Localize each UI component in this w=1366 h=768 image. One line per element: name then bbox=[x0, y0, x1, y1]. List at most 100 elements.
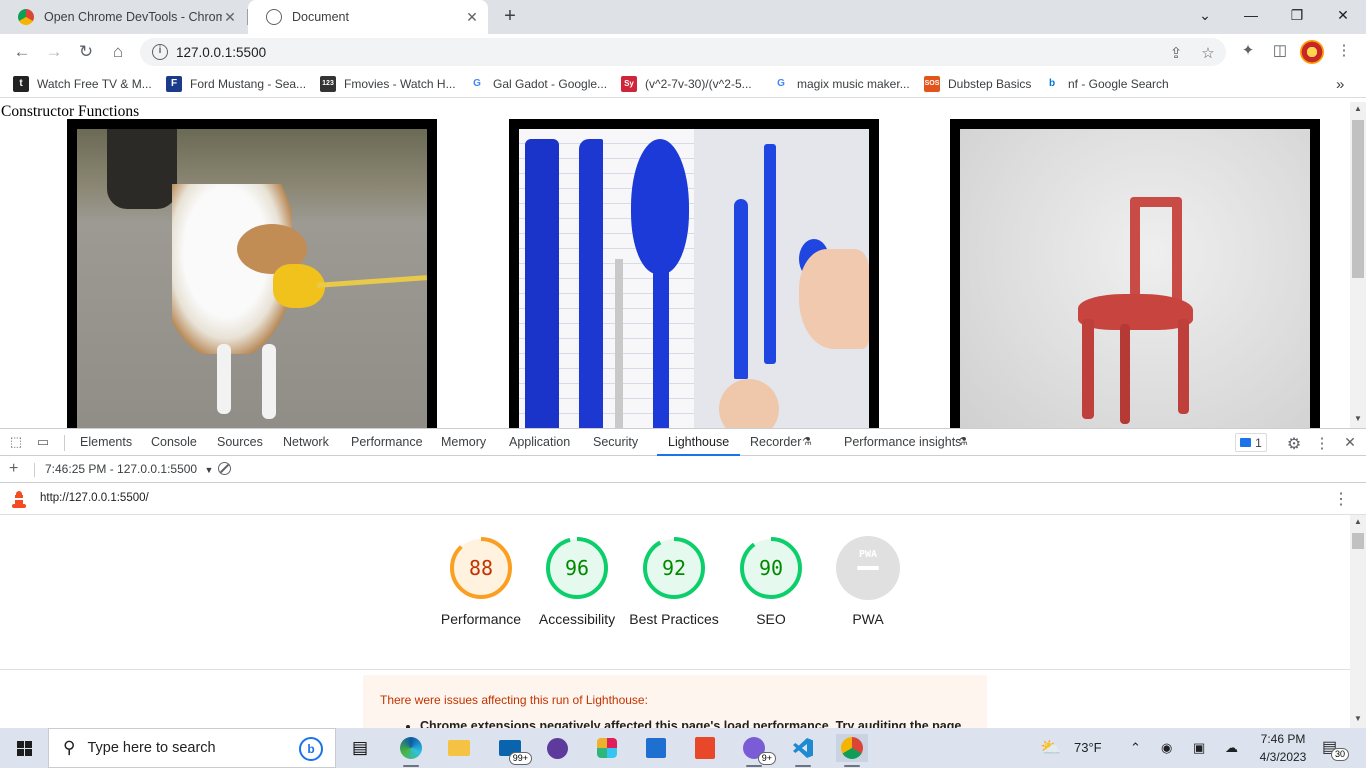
extensions-icon[interactable]: ✦ bbox=[1237, 41, 1259, 63]
onedrive-icon[interactable]: ☁ bbox=[1225, 728, 1238, 768]
symbolab-icon: Sy bbox=[621, 76, 637, 92]
gauge-performance[interactable]: 88 Performance bbox=[431, 535, 531, 629]
address-url: 127.0.0.1:5500 bbox=[176, 44, 267, 60]
gauge-best-practices[interactable]: 92 Best Practices bbox=[624, 535, 724, 629]
system-clock[interactable]: 7:46 PM 4/3/2023 bbox=[1250, 730, 1316, 766]
tab-console[interactable]: Console bbox=[151, 429, 197, 456]
side-panel-icon[interactable]: ◫ bbox=[1269, 41, 1291, 63]
notifications-badge: 30 bbox=[1331, 748, 1350, 761]
tab-application[interactable]: Application bbox=[509, 429, 570, 456]
bookmark-item[interactable]: G Gal Gadot - Google... bbox=[469, 75, 607, 93]
home-icon[interactable]: ⌂ bbox=[106, 40, 130, 64]
minimize-button[interactable]: — bbox=[1228, 4, 1274, 28]
tab-network[interactable]: Network bbox=[283, 429, 329, 456]
more-bookmarks-button[interactable]: » bbox=[1336, 75, 1344, 93]
bookmark-item[interactable]: G magix music maker... bbox=[773, 75, 910, 93]
tab-search-icon[interactable]: ⌄ bbox=[1182, 4, 1228, 28]
bookmark-star-icon[interactable]: ☆ bbox=[1198, 44, 1218, 64]
chrome-taskbar-icon[interactable] bbox=[836, 734, 868, 767]
settings-gear-icon[interactable]: ⚙ bbox=[1285, 434, 1303, 453]
score-gauge-svg: 90 bbox=[740, 537, 802, 599]
maximize-button[interactable]: ❐ bbox=[1274, 4, 1320, 28]
share-icon[interactable]: ⇪ bbox=[1166, 44, 1186, 64]
bookmark-item[interactable]: F Ford Mustang - Sea... bbox=[166, 75, 306, 93]
profile-avatar[interactable] bbox=[1300, 40, 1324, 64]
office-app-icon[interactable] bbox=[689, 734, 721, 762]
forward-icon[interactable]: → bbox=[42, 40, 66, 64]
bookmark-item[interactable]: t Watch Free TV & M... bbox=[13, 75, 152, 93]
clear-reports-icon[interactable] bbox=[218, 462, 231, 475]
new-report-plus-icon[interactable]: + bbox=[9, 460, 18, 478]
lighthouse-report: 88 Performance 96 Accessibility 92 Best Pra… bbox=[0, 515, 1350, 728]
report-url[interactable]: http://127.0.0.1:5500/ bbox=[40, 492, 149, 504]
weather-icon[interactable]: ⛅ bbox=[1040, 728, 1061, 768]
tab-document[interactable]: Document ✕ bbox=[248, 0, 488, 34]
experimental-flask-icon: ⚗ bbox=[802, 436, 812, 448]
devtools-menu-icon[interactable]: ⋮ bbox=[1313, 434, 1331, 452]
bing-chat-icon[interactable]: b bbox=[299, 737, 323, 761]
edge-icon[interactable] bbox=[395, 734, 427, 767]
taskbar-search-box[interactable]: ⚲ Type here to search b bbox=[48, 728, 336, 768]
close-devtools-icon[interactable]: ✕ bbox=[1341, 434, 1359, 452]
report-scrollbar[interactable]: ▲ ▼ bbox=[1350, 515, 1366, 728]
page-scrollbar[interactable]: ▲ ▼ bbox=[1350, 102, 1366, 428]
gauge-label: PWA bbox=[852, 611, 884, 627]
tab-open-chrome-devtools[interactable]: Open Chrome DevTools - Chrome ✕ bbox=[0, 0, 246, 34]
bookmark-item[interactable]: 123 Fmovies - Watch H... bbox=[320, 75, 456, 93]
display-icon[interactable]: ▣ bbox=[1193, 728, 1205, 768]
windows-start-icon[interactable] bbox=[0, 728, 48, 768]
close-tab-icon[interactable]: ✕ bbox=[222, 9, 238, 26]
scroll-up-arrow[interactable]: ▲ bbox=[1350, 104, 1366, 113]
task-view-icon[interactable]: ▤ bbox=[344, 734, 376, 762]
google-icon: G bbox=[773, 76, 789, 92]
gauge-seo[interactable]: 90 SEO bbox=[721, 535, 821, 629]
tab-performance[interactable]: Performance bbox=[351, 429, 423, 456]
github-icon[interactable] bbox=[541, 734, 573, 762]
tab-security[interactable]: Security bbox=[593, 429, 638, 456]
reload-icon[interactable]: ↻ bbox=[74, 40, 98, 64]
device-toolbar-icon[interactable]: ▭ bbox=[34, 434, 52, 452]
warning-list: Chrome extensions negatively affected th… bbox=[380, 719, 970, 728]
weather-temp[interactable]: 73°F bbox=[1074, 728, 1102, 768]
scroll-down-arrow[interactable]: ▼ bbox=[1350, 714, 1366, 723]
scroll-thumb[interactable] bbox=[1352, 120, 1364, 278]
gauge-label: SEO bbox=[756, 611, 786, 627]
new-tab-button[interactable]: + bbox=[498, 5, 522, 29]
address-bar[interactable]: i 127.0.0.1:5500 ⇪ ☆ bbox=[140, 38, 1226, 66]
tab-elements[interactable]: Elements bbox=[80, 429, 132, 456]
tab-sources[interactable]: Sources bbox=[217, 429, 263, 456]
report-selector[interactable]: 7:46:25 PM - 127.0.0.1:5500 ▼ bbox=[45, 462, 213, 476]
menu-kebab-icon[interactable]: ⋮ bbox=[1333, 41, 1355, 63]
scroll-up-arrow[interactable]: ▲ bbox=[1350, 517, 1366, 526]
close-tab-icon[interactable]: ✕ bbox=[464, 9, 480, 26]
page-viewport: Constructor Functions bbox=[0, 102, 1350, 428]
issues-counter-button[interactable]: 1 bbox=[1235, 433, 1267, 452]
bookmark-item[interactable]: b nf - Google Search bbox=[1044, 75, 1169, 93]
site-info-icon[interactable]: i bbox=[152, 44, 168, 60]
back-icon[interactable]: ← bbox=[10, 40, 34, 64]
tab-recorder[interactable]: Recorder bbox=[750, 429, 801, 456]
report-menu-icon[interactable]: ⋮ bbox=[1333, 489, 1349, 509]
tab-lighthouse[interactable]: Lighthouse bbox=[657, 429, 741, 456]
scroll-down-arrow[interactable]: ▼ bbox=[1350, 414, 1366, 423]
gauge-value: 88 bbox=[469, 556, 493, 580]
tab-performance-insights[interactable]: Performance insights bbox=[844, 429, 961, 456]
discord-icon[interactable]: 9+ bbox=[738, 734, 776, 767]
gauge-accessibility[interactable]: 96 Accessibility bbox=[527, 535, 627, 629]
vscode-icon[interactable] bbox=[787, 734, 819, 767]
slack-icon[interactable] bbox=[591, 734, 623, 762]
fmovies-icon: 123 bbox=[320, 76, 336, 92]
meet-now-icon[interactable]: ◉ bbox=[1161, 728, 1172, 768]
scroll-thumb[interactable] bbox=[1352, 533, 1364, 549]
close-window-button[interactable]: ✕ bbox=[1320, 4, 1366, 28]
microsoft-store-icon[interactable] bbox=[640, 734, 672, 762]
tray-overflow-icon[interactable]: ⌃ bbox=[1130, 728, 1141, 768]
bookmark-item[interactable]: SOS Dubstep Basics bbox=[924, 75, 1031, 93]
gauge-pwa[interactable]: PWA PWA bbox=[818, 535, 918, 629]
inspect-element-icon[interactable]: ⬚ bbox=[7, 434, 25, 452]
mail-icon[interactable]: 99+ bbox=[494, 734, 532, 765]
bookmark-item[interactable]: Sy (v^2-7v-30)/(v^2-5... bbox=[621, 75, 752, 93]
file-explorer-icon[interactable] bbox=[443, 734, 475, 762]
tab-memory[interactable]: Memory bbox=[441, 429, 486, 456]
gauge-value: PWA bbox=[859, 549, 877, 560]
